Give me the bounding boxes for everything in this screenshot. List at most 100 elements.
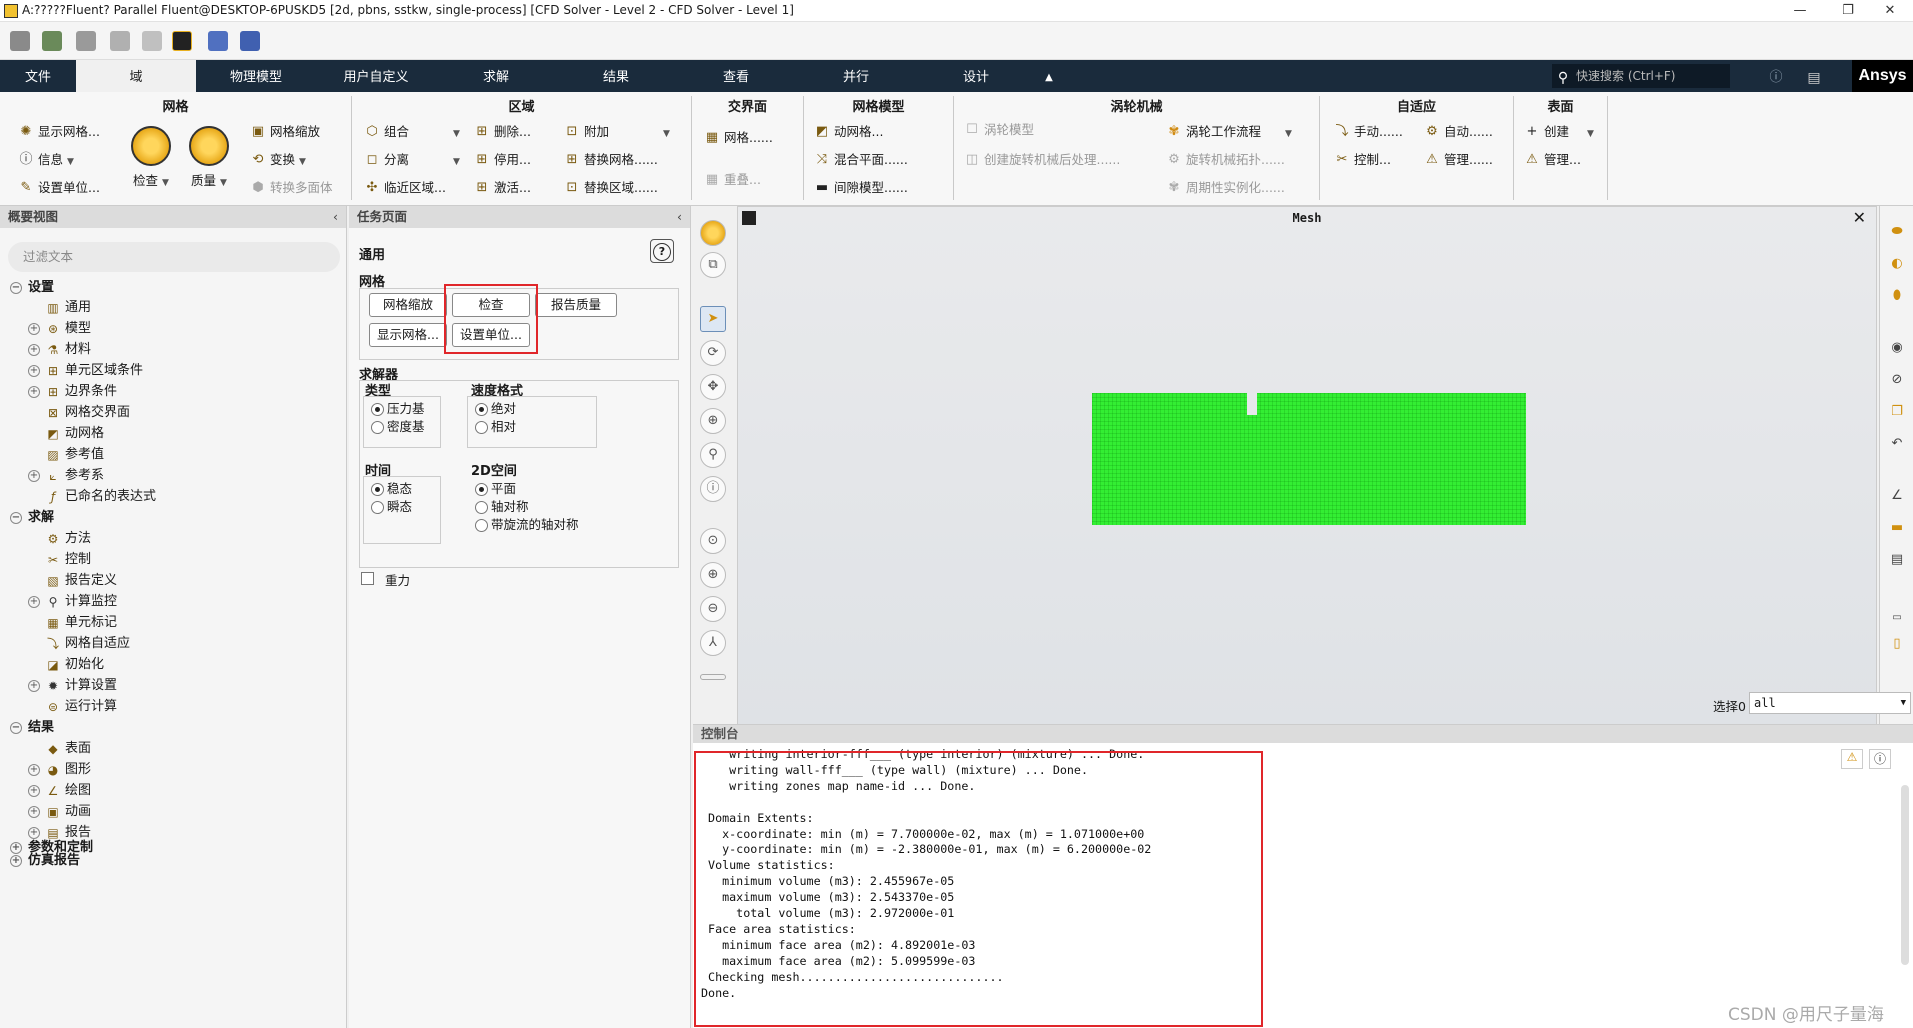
expand-icon[interactable]: + bbox=[10, 854, 22, 867]
tab-user-defined[interactable]: 用户自定义 bbox=[316, 60, 436, 92]
replace-mesh-button[interactable]: ⊞ 替换网格...... bbox=[562, 150, 658, 170]
console-info-icon[interactable]: ⓘ bbox=[1869, 749, 1891, 769]
tree-mesh-interfaces[interactable]: ⊠ 网格交界面 bbox=[46, 403, 130, 423]
adapt-manage-button[interactable]: ⚠ 管理...... bbox=[1422, 150, 1493, 170]
expand-icon[interactable]: + bbox=[28, 385, 40, 398]
tree-reference-frames[interactable]: + ⟀ 参考系 bbox=[28, 466, 104, 486]
check-mesh-button[interactable]: 检查 ▼ bbox=[128, 126, 174, 189]
undo-view-icon[interactable]: ↶ bbox=[1885, 432, 1909, 456]
tab-file[interactable]: 文件 bbox=[0, 60, 76, 92]
create-turbo-post-button[interactable]: ◫ 创建旋转机械后处理...... bbox=[962, 150, 1121, 170]
set-units-button[interactable]: ✎ 设置单位... bbox=[16, 178, 100, 198]
tree-simulation-reports[interactable]: + 仿真报告 bbox=[10, 851, 80, 871]
copy-icon[interactable]: ❐ bbox=[1885, 400, 1909, 424]
auto-adapt-button[interactable]: ⚙ 自动...... bbox=[1422, 122, 1493, 142]
expand-icon[interactable]: + bbox=[28, 322, 40, 335]
periodic-instancing-button[interactable]: ✾ 周期性实例化...... bbox=[1164, 178, 1285, 198]
collapse-task-icon[interactable]: ‹ bbox=[677, 206, 682, 228]
manual-adapt-button[interactable]: ⤵ 手动...... bbox=[1332, 122, 1402, 142]
moe-icon[interactable] bbox=[240, 31, 260, 51]
console-panel[interactable]: 控制台 writing interior-fff___ (type interi… bbox=[693, 724, 1913, 1028]
tree-results[interactable]: − 结果 bbox=[10, 718, 54, 738]
collapse-icon[interactable]: − bbox=[10, 281, 22, 294]
planar-radio[interactable]: 平面 bbox=[473, 480, 516, 498]
expand-icon[interactable]: + bbox=[28, 826, 40, 839]
write-case-icon[interactable] bbox=[76, 31, 96, 51]
mesh-view-icon[interactable]: ⬮ bbox=[1885, 284, 1909, 308]
turbo-topology-button[interactable]: ⚙ 旋转机械拓扑...... bbox=[1164, 150, 1285, 170]
expand-icon[interactable]: + bbox=[28, 469, 40, 482]
tree-graphics[interactable]: + ◕ 图形 bbox=[28, 760, 91, 780]
filter-text-input[interactable]: 过滤文本 bbox=[8, 242, 340, 272]
display-mesh-button[interactable]: ✺ 显示网格... bbox=[16, 122, 100, 142]
delete-zone-button[interactable]: ⊞ 删除... bbox=[472, 122, 531, 142]
pan-icon[interactable]: ✥ bbox=[700, 374, 726, 400]
tree-cell-zones[interactable]: + ⊞ 单元区域条件 bbox=[28, 361, 143, 381]
tree-run-calculation[interactable]: ⊜ 运行计算 bbox=[46, 697, 117, 717]
scale-mesh-button[interactable]: ▣ 网格缩放 bbox=[248, 122, 320, 142]
copy-view-icon[interactable]: ⧉ bbox=[700, 252, 726, 278]
expand-icon[interactable]: + bbox=[28, 679, 40, 692]
tab-view[interactable]: 查看 bbox=[676, 60, 796, 92]
combine-button[interactable]: ⬡ 组合 ▼ bbox=[362, 122, 460, 142]
tree-animations[interactable]: + ▣ 动画 bbox=[28, 802, 91, 822]
convert-polyhedra-button[interactable]: ⬢ 转换多面体 bbox=[248, 178, 332, 198]
collapse-ribbon-icon[interactable]: ▲ bbox=[1036, 60, 1062, 92]
redo-icon[interactable] bbox=[142, 31, 162, 51]
tab-domain[interactable]: 域 bbox=[76, 60, 196, 92]
parameters-icon[interactable] bbox=[208, 31, 228, 51]
mesh-quality-button[interactable]: 质量 ▼ bbox=[186, 126, 232, 189]
collapse-icon[interactable]: − bbox=[10, 721, 22, 734]
create-surface-button[interactable]: + 创建 ▼ bbox=[1522, 122, 1594, 142]
tree-mesh-adaption[interactable]: ⤵ 网格自适应 bbox=[46, 634, 130, 654]
graphics-window[interactable]: Mesh ✕ bbox=[737, 206, 1877, 726]
warning-icon[interactable]: ⚠ bbox=[1841, 749, 1863, 769]
read-data-icon[interactable] bbox=[42, 31, 62, 51]
tree-surfaces[interactable]: ◆ 表面 bbox=[46, 739, 91, 759]
minimize-button[interactable]: — bbox=[1780, 2, 1820, 20]
axis-icon[interactable]: ∠ bbox=[1885, 484, 1909, 508]
scale-button[interactable]: 网格缩放 bbox=[369, 293, 447, 317]
zoom-icon[interactable]: ⚲ bbox=[700, 442, 726, 468]
toolbar-scroll-handle[interactable] bbox=[700, 674, 726, 680]
mesh-info-button[interactable]: ⓘ 信息 ▼ bbox=[16, 150, 73, 170]
toolbar-handle-icon[interactable]: ▭ bbox=[1885, 606, 1909, 630]
mixing-plane-button[interactable]: ⤨ 混合平面...... bbox=[812, 150, 908, 170]
separate-button[interactable]: ◻ 分离 ▼ bbox=[362, 150, 460, 170]
tree-monitors[interactable]: + ⚲ 计算监控 bbox=[28, 592, 117, 612]
close-graphics-icon[interactable]: ✕ bbox=[1853, 207, 1866, 229]
close-window-button[interactable]: ✕ bbox=[1870, 2, 1910, 20]
tree-reference-values[interactable]: ▨ 参考值 bbox=[46, 445, 104, 465]
expand-icon[interactable]: + bbox=[28, 343, 40, 356]
page-icon[interactable]: ▯ bbox=[1885, 632, 1909, 656]
tab-parallel[interactable]: 并行 bbox=[796, 60, 916, 92]
absolute-velocity-radio[interactable]: 绝对 bbox=[473, 400, 516, 418]
eye-show-icon[interactable]: ◉ bbox=[1885, 336, 1909, 360]
expand-icon[interactable]: + bbox=[28, 784, 40, 797]
overset-button[interactable]: ▦ 重叠... bbox=[702, 170, 761, 190]
gap-model-button[interactable]: ▬ 间隙模型...... bbox=[812, 178, 908, 198]
report-quality-button[interactable]: 报告质量 bbox=[535, 293, 617, 317]
manage-surface-button[interactable]: ⚠ 管理... bbox=[1522, 150, 1581, 170]
layout-icon[interactable]: ▤ bbox=[1800, 60, 1828, 92]
collapse-icon[interactable]: − bbox=[10, 511, 22, 524]
tab-solution[interactable]: 求解 bbox=[436, 60, 556, 92]
tree-cell-registers[interactable]: ▦ 单元标记 bbox=[46, 613, 117, 633]
tree-calculation-activities[interactable]: + ✹ 计算设置 bbox=[28, 676, 117, 696]
zoom-box-icon[interactable]: ⊕ bbox=[700, 408, 726, 434]
density-based-radio[interactable]: 密度基 bbox=[369, 418, 425, 436]
axes-view-icon[interactable]: ⅄ bbox=[700, 630, 726, 656]
tree-dynamic-mesh[interactable]: ◩ 动网格 bbox=[46, 424, 104, 444]
open-case-icon[interactable] bbox=[10, 31, 30, 51]
axisymmetric-radio[interactable]: 轴对称 bbox=[473, 498, 529, 516]
activate-button[interactable]: ⊞ 激活... bbox=[472, 178, 531, 198]
gravity-checkbox[interactable] bbox=[361, 572, 374, 585]
pointer-icon[interactable]: ➤ bbox=[700, 306, 726, 332]
transform-button[interactable]: ⟲ 变换 ▼ bbox=[248, 150, 306, 170]
tab-physics[interactable]: 物理模型 bbox=[196, 60, 316, 92]
tree-boundary-conditions[interactable]: + ⊞ 边界条件 bbox=[28, 382, 117, 402]
expand-icon[interactable]: + bbox=[28, 595, 40, 608]
pressure-based-radio[interactable]: 压力基 bbox=[369, 400, 425, 418]
fit-to-window-icon[interactable] bbox=[700, 220, 726, 246]
workbench-icon[interactable] bbox=[172, 31, 192, 51]
